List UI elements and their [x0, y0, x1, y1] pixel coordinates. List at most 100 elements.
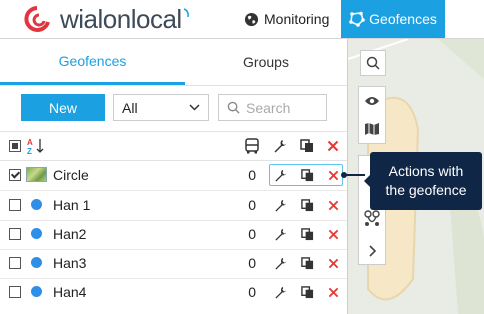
copy-button[interactable] — [299, 197, 315, 213]
edit-button[interactable] — [272, 226, 288, 242]
search-input[interactable] — [246, 99, 316, 116]
search-icon — [366, 56, 380, 70]
row-checkbox[interactable] — [9, 169, 21, 181]
select-all-checkbox[interactable] — [9, 140, 21, 152]
copy-button[interactable] — [299, 226, 315, 242]
delete-button[interactable] — [325, 226, 341, 242]
wrench-icon — [274, 228, 286, 241]
new-button[interactable]: New — [21, 94, 105, 121]
copy-icon — [300, 227, 313, 240]
globe-icon — [244, 12, 259, 26]
map-search-button[interactable] — [360, 50, 386, 76]
copy-icon — [300, 139, 313, 152]
logo-mark-icon — [24, 6, 50, 32]
delete-button[interactable] — [325, 284, 341, 300]
chevron-down-icon — [189, 104, 200, 111]
bus-icon — [245, 138, 259, 154]
delete-button[interactable] — [325, 167, 341, 183]
delete-icon — [328, 287, 338, 297]
list-item[interactable]: Circle 0 — [0, 161, 347, 191]
filter-select-value: All — [122, 99, 138, 116]
geofence-name[interactable]: Circle — [53, 167, 89, 183]
edit-all-button[interactable] — [272, 138, 288, 154]
tooltip-line-1: Actions with — [388, 163, 464, 179]
wrench-icon — [274, 199, 286, 212]
geofence-image-icon — [26, 167, 47, 182]
delete-icon — [328, 170, 338, 180]
wrench-icon — [274, 140, 286, 153]
delete-icon — [328, 200, 338, 210]
edit-button[interactable] — [272, 255, 288, 271]
list-item[interactable]: Han3 0 — [0, 249, 347, 279]
delete-all-button[interactable] — [325, 138, 341, 154]
sort-az-icon: A Z — [27, 138, 44, 156]
search-box — [218, 94, 327, 121]
geofence-unit-count: 0 — [248, 226, 256, 242]
search-icon — [227, 101, 240, 114]
panel-tabs: Geofences Groups — [0, 39, 347, 86]
map-icon — [365, 123, 379, 135]
delete-button[interactable] — [325, 197, 341, 213]
top-bar: wialonlocal Monitoring Geofences — [0, 0, 484, 39]
nav-geofences[interactable]: Geofences — [341, 0, 445, 38]
eye-icon — [365, 97, 379, 105]
edit-button[interactable] — [272, 284, 288, 300]
tab-geofences[interactable]: Geofences — [0, 39, 185, 85]
copy-button[interactable] — [299, 167, 315, 183]
edit-button[interactable] — [272, 197, 288, 213]
list-item[interactable]: Han 1 0 — [0, 191, 347, 221]
map-expand-button[interactable] — [359, 238, 385, 264]
copy-all-button[interactable] — [299, 138, 315, 154]
geofence-color-dot — [31, 286, 42, 297]
route-icon — [364, 210, 380, 226]
chevron-right-icon — [369, 245, 377, 257]
tab-groups[interactable]: Groups — [185, 39, 347, 85]
geofence-name[interactable]: Han4 — [53, 284, 86, 300]
row-checkbox[interactable] — [9, 257, 21, 269]
delete-button[interactable] — [325, 255, 341, 271]
sort-az-button[interactable]: A Z — [27, 137, 45, 156]
geofences-panel: Geofences Groups New All A Z — [0, 39, 348, 314]
filter-select[interactable]: All — [113, 94, 209, 121]
edit-button[interactable] — [272, 167, 288, 183]
copy-button[interactable] — [299, 255, 315, 271]
geofence-name[interactable]: Han2 — [53, 226, 86, 242]
wrench-icon — [274, 257, 286, 270]
row-checkbox[interactable] — [9, 199, 21, 211]
geofence-icon — [349, 11, 365, 27]
wrench-icon — [274, 169, 286, 182]
copy-icon — [300, 168, 313, 181]
list-item[interactable]: Han4 0 — [0, 278, 347, 307]
copy-button[interactable] — [299, 284, 315, 300]
nav-monitoring[interactable]: Monitoring — [240, 0, 333, 38]
nav-geofences-label: Geofences — [369, 11, 437, 27]
actions-tooltip: Actions with the geofence — [364, 152, 482, 210]
geofence-unit-count: 0 — [248, 284, 256, 300]
geofence-unit-count: 0 — [248, 255, 256, 271]
delete-icon — [328, 258, 338, 268]
nav-monitoring-label: Monitoring — [264, 11, 330, 27]
list-item[interactable]: Han2 0 — [0, 220, 347, 250]
map-layers-button[interactable] — [359, 115, 385, 143]
copy-icon — [300, 285, 313, 298]
units-column-header[interactable] — [244, 138, 260, 154]
svg-text:Z: Z — [27, 147, 32, 155]
logo-text: wialonlocal — [60, 4, 182, 34]
map-layer-tools — [358, 86, 386, 144]
geofence-name[interactable]: Han 1 — [53, 197, 90, 213]
map-search-tool[interactable] — [360, 50, 386, 76]
tooltip-pointer-line — [344, 174, 365, 176]
panel-toolbar: New All — [0, 86, 347, 132]
row-checkbox[interactable] — [9, 228, 21, 240]
geofence-color-dot — [31, 199, 42, 210]
row-checkbox[interactable] — [9, 286, 21, 298]
list-header: A Z — [0, 132, 347, 161]
map-visibility-button[interactable] — [359, 87, 385, 115]
signal-icon — [183, 8, 189, 18]
geofence-color-dot — [31, 257, 42, 268]
delete-icon — [327, 140, 339, 152]
tooltip-line-2: the geofence — [385, 182, 467, 198]
tooltip-pointer-dot — [341, 172, 347, 178]
wrench-icon — [274, 286, 286, 299]
geofence-name[interactable]: Han3 — [53, 255, 86, 271]
